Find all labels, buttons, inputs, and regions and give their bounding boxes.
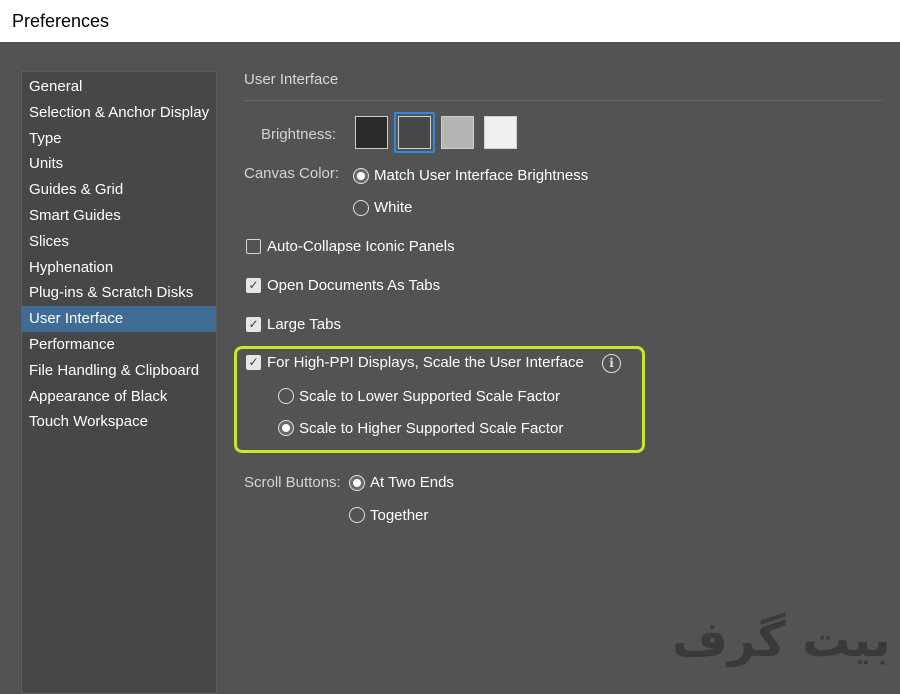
brightness-label: Brightness:	[261, 126, 337, 143]
canvas-color-match-radio[interactable]	[353, 168, 369, 184]
scroll-buttons-label: Scroll Buttons:	[244, 474, 341, 491]
scale-higher-radio[interactable]	[278, 420, 294, 436]
scroll-two-ends-radio[interactable]	[349, 475, 365, 491]
canvas-color-white-label: White	[374, 199, 413, 216]
scale-lower-radio[interactable]	[278, 388, 294, 404]
auto-collapse-label: Auto-Collapse Iconic Panels	[267, 238, 455, 255]
high-ppi-checkbox[interactable]: ✓	[246, 355, 261, 370]
scroll-together-radio[interactable]	[349, 507, 365, 523]
scroll-two-ends-label: At Two Ends	[370, 474, 454, 491]
brightness-swatch-dark[interactable]	[355, 116, 388, 149]
brightness-swatch-light[interactable]	[484, 116, 517, 149]
open-as-tabs-label: Open Documents As Tabs	[267, 277, 441, 294]
scale-higher-label: Scale to Higher Supported Scale Factor	[299, 420, 564, 437]
canvas-color-match-label: Match User Interface Brightness	[374, 167, 589, 184]
scale-lower-label: Scale to Lower Supported Scale Factor	[299, 388, 560, 405]
user-interface-panel: User Interface Brightness: Canvas Color:…	[0, 0, 900, 694]
brightness-swatch-medium-dark[interactable]	[398, 116, 431, 149]
canvas-color-label: Canvas Color:	[244, 165, 340, 182]
large-tabs-label: Large Tabs	[267, 316, 341, 333]
info-icon[interactable]: i	[602, 354, 621, 373]
canvas-color-white-radio[interactable]	[353, 200, 369, 216]
scroll-together-label: Together	[370, 507, 429, 524]
brightness-swatch-medium-light[interactable]	[441, 116, 474, 149]
large-tabs-checkbox[interactable]: ✓	[246, 317, 261, 332]
open-as-tabs-checkbox[interactable]: ✓	[246, 278, 261, 293]
high-ppi-label: For High-PPI Displays, Scale the User In…	[267, 354, 584, 371]
watermark-logo: بیت گرف	[672, 612, 891, 668]
section-title: User Interface	[244, 71, 339, 88]
auto-collapse-checkbox[interactable]	[246, 239, 261, 254]
section-divider	[244, 100, 882, 101]
